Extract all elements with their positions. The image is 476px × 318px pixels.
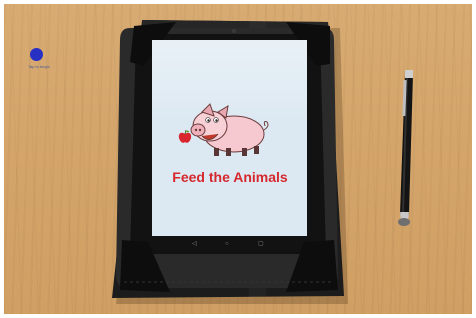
recents-icon[interactable]: ▢: [258, 241, 264, 247]
blue-dot-button[interactable]: [30, 48, 43, 61]
app-title: Feed the Animals: [172, 169, 288, 185]
front-camera: [232, 29, 236, 33]
home-icon[interactable]: ○: [225, 241, 229, 247]
dot-caption: Tap to begin: [28, 64, 50, 69]
apple-icon[interactable]: [178, 129, 192, 145]
photo-scene: Tap to begin Feed the Animals ◁ ○ ▢: [4, 4, 472, 314]
stylus: [398, 70, 413, 226]
pig-icon[interactable]: [180, 100, 272, 162]
back-icon[interactable]: ◁: [192, 241, 197, 247]
